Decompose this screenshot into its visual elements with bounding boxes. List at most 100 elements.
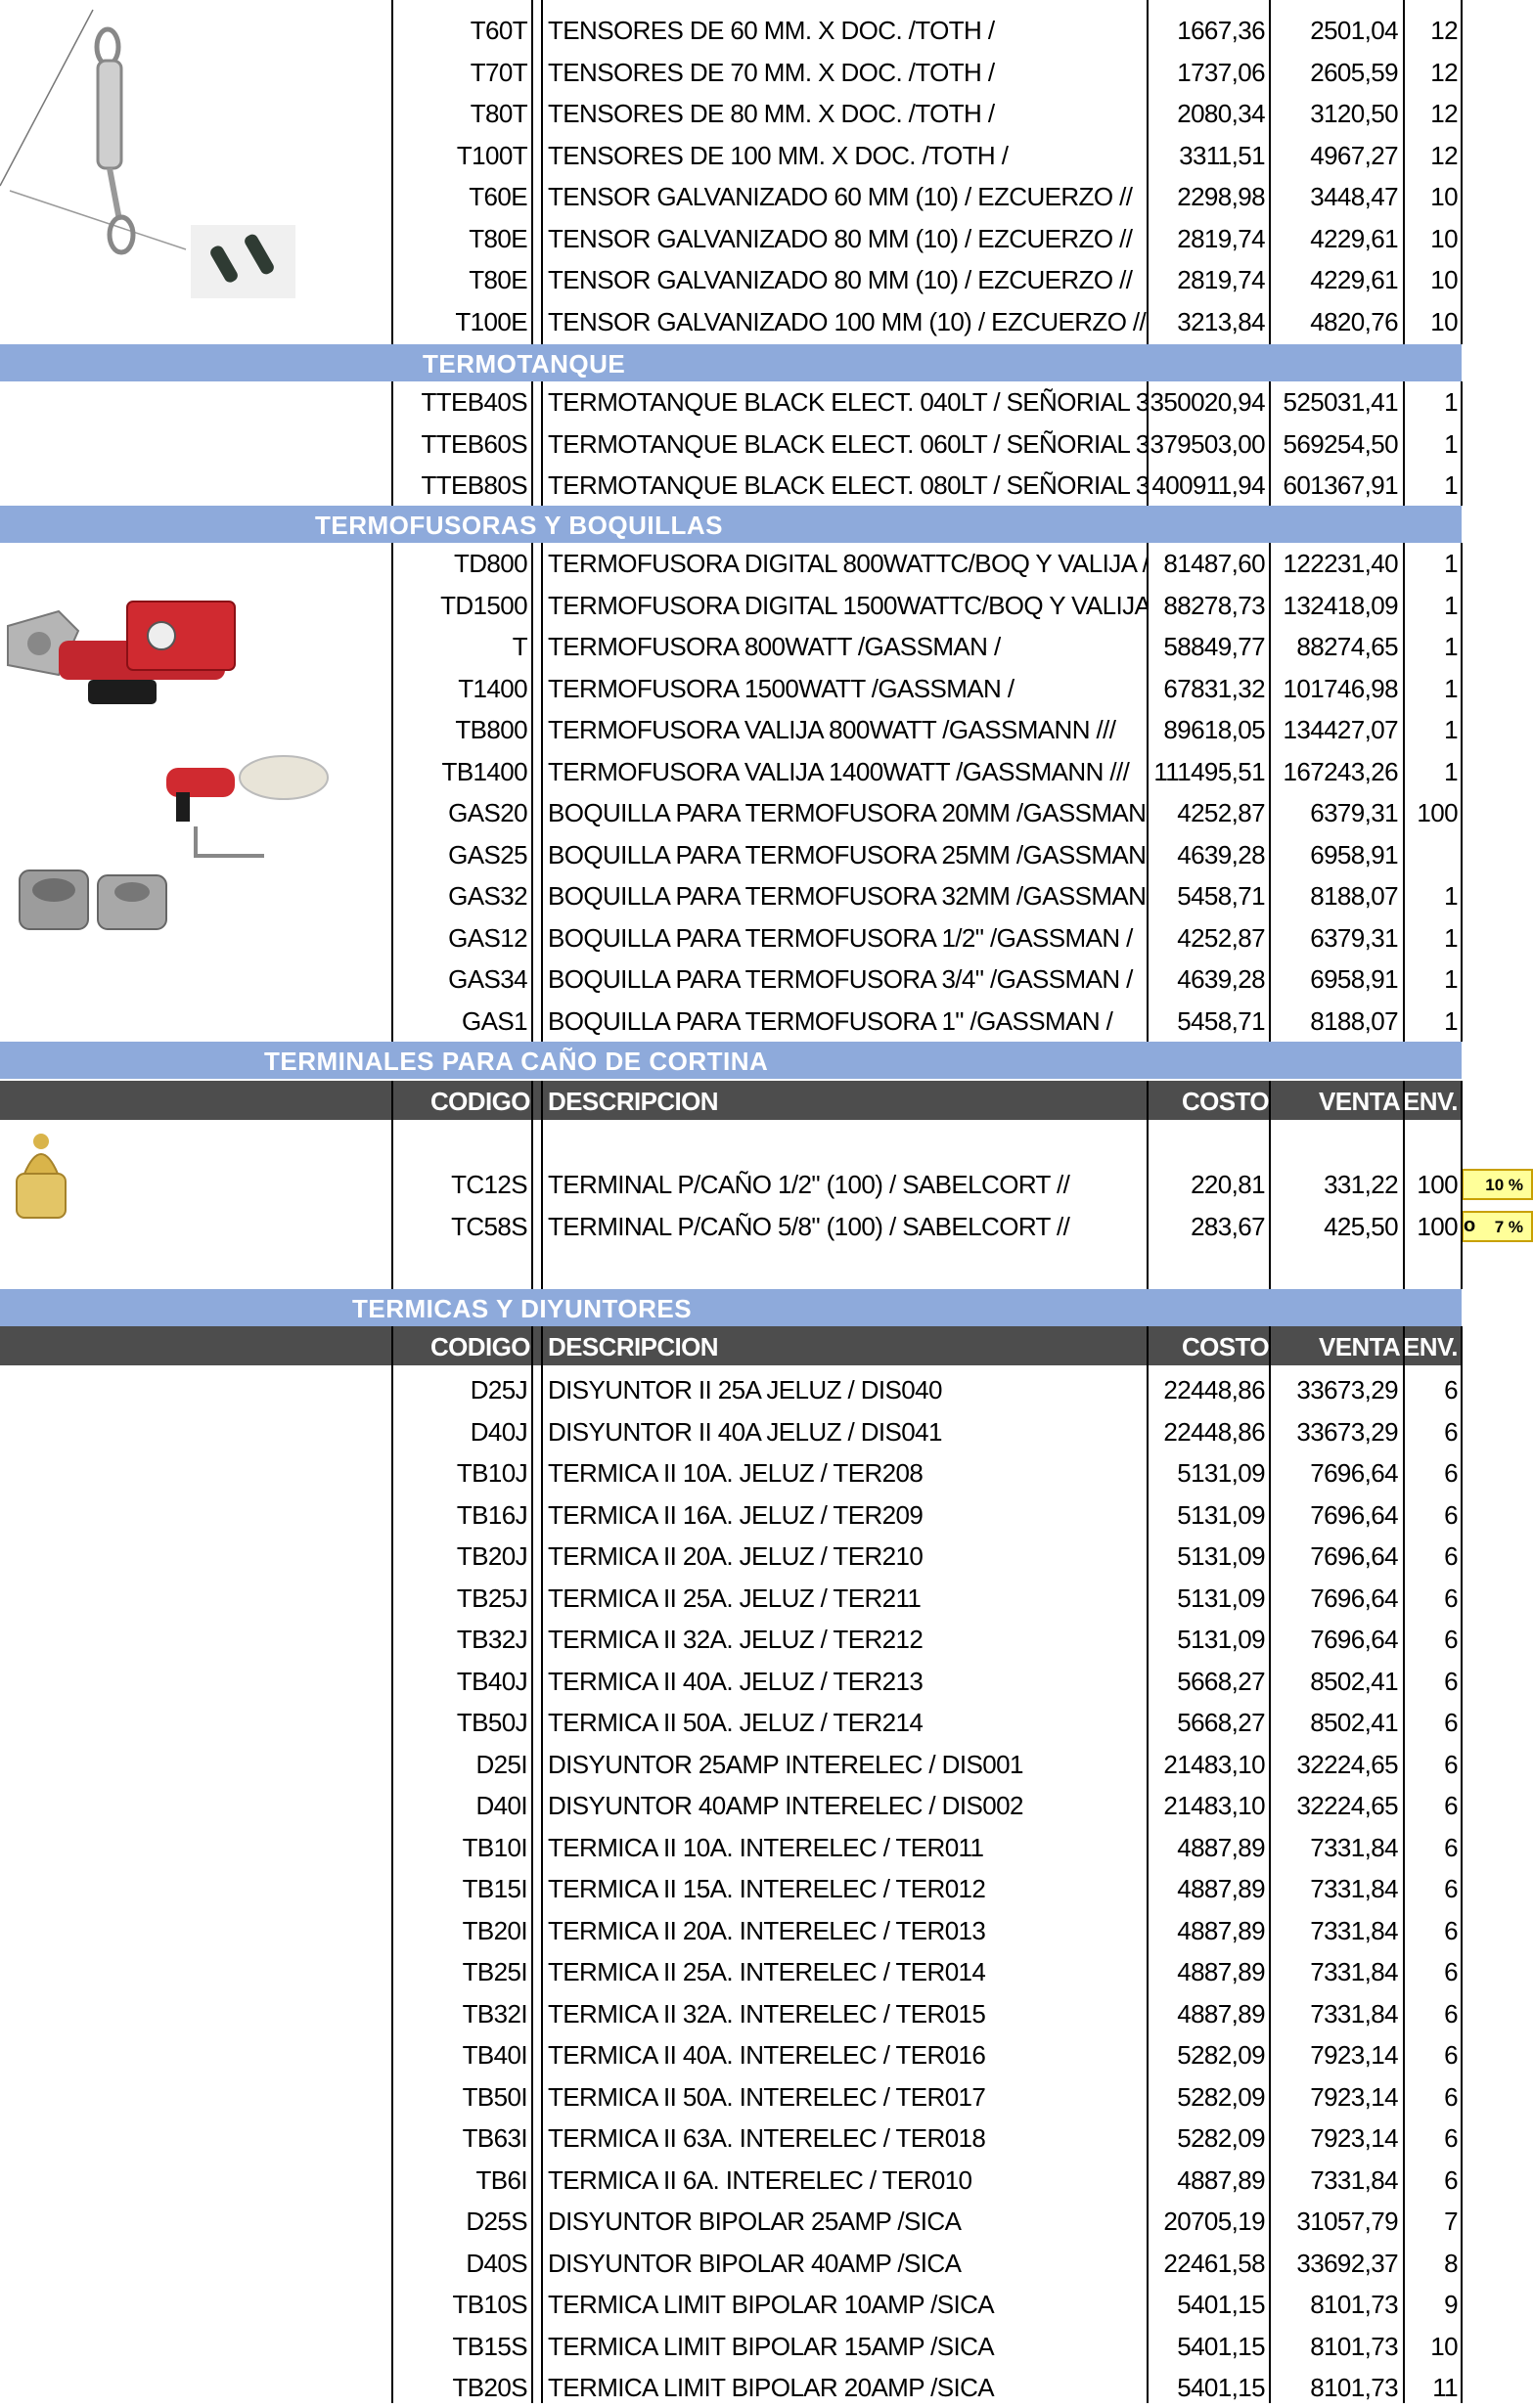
cell-costo: 5131,09 [1177, 1541, 1265, 1571]
cell-venta: 8502,41 [1310, 1666, 1398, 1696]
cell-env: 6 [1444, 1666, 1458, 1696]
cell-venta: 4229,61 [1310, 265, 1398, 294]
cell-costo: 22461,58 [1163, 2248, 1265, 2278]
cell-desc: TERMICA II 6A. INTERELEC / TER010 [548, 2164, 972, 2195]
column-header-venta: VENTA [1319, 1332, 1401, 1361]
cell-code: TB40I [462, 2040, 528, 2070]
cell-env: 100 [1417, 798, 1458, 827]
grid-line [531, 1326, 533, 2403]
cell-desc: TENSORES DE 60 MM. X DOC. /TOTH / [548, 16, 995, 45]
grid-line [541, 0, 543, 344]
grid-line [391, 0, 393, 344]
cell-code: TB32J [456, 1625, 528, 1654]
cell-costo: 88278,73 [1163, 590, 1265, 620]
cell-code: TB10J [456, 1458, 528, 1488]
cell-desc: TERMICA II 10A. INTERELEC / TER011 [548, 1832, 984, 1862]
grid-line [391, 381, 393, 506]
cell-desc: TERMICA LIMIT BIPOLAR 20AMP /SICA [548, 2373, 995, 2402]
grid-line [391, 1326, 393, 2403]
cell-venta: 7331,84 [1310, 1998, 1398, 2029]
grid-line [1269, 543, 1271, 1042]
column-header-env: ENV. [1403, 1087, 1459, 1116]
cell-desc: BOQUILLA PARA TERMOFUSORA 20MM /GASSMAN … [548, 798, 1147, 827]
cell-code: TB15I [462, 1874, 528, 1903]
cell-desc: TENSOR GALVANIZADO 100 MM (10) / EZCUERZ… [548, 306, 1147, 336]
cell-desc: BOQUILLA PARA TERMOFUSORA 1" /GASSMAN / [548, 1005, 1113, 1036]
cell-code: T60E [469, 182, 527, 211]
cell-env: 1 [1444, 715, 1458, 744]
table-row: T80E TENSOR GALVANIZADO 80 MM (10) / EZCU… [0, 259, 1533, 300]
cell-env: 12 [1430, 99, 1458, 128]
cell-code: TB800 [455, 715, 527, 744]
cell-env: 10 [1430, 2331, 1458, 2361]
table-row: TB20J TERMICA II 20A. JELUZ / TER210 5131,… [0, 1536, 1533, 1577]
column-header-costo: COSTO [1182, 1332, 1270, 1361]
table-row: T60T TENSORES DE 60 MM. X DOC. /TOTH / 166… [0, 10, 1533, 51]
cell-code: TB25I [462, 1957, 528, 1986]
table-row: TB15S TERMICA LIMIT BIPOLAR 15AMP /SICA 54… [0, 2326, 1533, 2367]
cell-code: TB20J [456, 1541, 528, 1571]
cell-code: TB25J [456, 1583, 528, 1613]
table-row: D40S DISYUNTOR BIPOLAR 40AMP /SICA 22461,5… [0, 2243, 1533, 2284]
cell-venta: 7923,14 [1310, 2081, 1398, 2112]
table-row: TD1500 TERMOFUSORA DIGITAL 1500WATTC/BOQ … [0, 585, 1533, 626]
cell-code: TTEB80S [421, 470, 527, 500]
cell-venta: 7923,14 [1310, 2123, 1398, 2153]
cell-desc: DISYUNTOR II 25A JELUZ / DIS040 [548, 1375, 942, 1405]
cell-costo: 400911,94 [1151, 470, 1265, 500]
cell-venta: 7923,14 [1310, 2040, 1398, 2070]
section-title: TERMINALES PARA CAÑO DE CORTINA [264, 1047, 769, 1076]
cell-code: GAS32 [448, 881, 527, 911]
cell-code: TB40J [456, 1666, 528, 1696]
cell-venta: 7696,64 [1310, 1625, 1398, 1654]
cell-env: 6 [1444, 1791, 1458, 1820]
cell-env: 6 [1444, 1957, 1458, 1986]
column-header-costo: COSTO [1182, 1087, 1270, 1116]
cell-venta: 6379,31 [1310, 798, 1398, 827]
cell-env: 6 [1444, 1874, 1458, 1903]
cell-env: 6 [1444, 1458, 1458, 1488]
cell-venta: 2605,59 [1310, 57, 1398, 87]
cell-venta: 6958,91 [1310, 839, 1398, 870]
cell-env: 100 [1417, 1211, 1458, 1241]
cell-code: TB1400 [441, 756, 528, 786]
grid-line [391, 543, 393, 1042]
cell-costo: 21483,10 [1163, 1791, 1265, 1820]
table-row: TB6I TERMICA II 6A. INTERELEC / TER010 488… [0, 2160, 1533, 2201]
cell-venta: 8101,73 [1310, 2331, 1398, 2361]
grid-line [1269, 0, 1271, 344]
cell-env: 1 [1444, 549, 1458, 578]
cell-venta: 8188,07 [1310, 1005, 1398, 1036]
grid-line [1461, 1081, 1463, 1289]
cell-desc: DISYUNTOR BIPOLAR 25AMP /SICA [548, 2207, 962, 2236]
cell-costo: 111495,51 [1153, 756, 1265, 786]
cell-code: D40J [470, 1416, 528, 1447]
cell-desc: DISYUNTOR BIPOLAR 40AMP /SICA [548, 2248, 962, 2278]
cell-desc: TENSORES DE 100 MM. X DOC. /TOTH / [548, 140, 1009, 170]
cell-venta: 33673,29 [1296, 1416, 1398, 1447]
cell-desc: TERMICA LIMIT BIPOLAR 15AMP /SICA [548, 2331, 995, 2361]
cell-desc: TENSOR GALVANIZADO 80 MM (10) / EZCUERZO… [548, 265, 1133, 294]
cell-desc: TERMICA II 16A. JELUZ / TER209 [548, 1499, 924, 1530]
cell-venta: 32224,65 [1296, 1749, 1398, 1779]
table-row: TB40J TERMICA II 40A. JELUZ / TER213 5668,… [0, 1661, 1533, 1702]
cell-venta: 7331,84 [1310, 2164, 1398, 2195]
cell-costo: 4887,89 [1177, 1915, 1265, 1945]
cell-desc: TERMICA II 40A. JELUZ / TER213 [548, 1666, 924, 1696]
cell-desc: TERMOTANQUE BLACK ELECT. 080LT / SEÑORIA… [548, 470, 1147, 500]
cell-venta: 6958,91 [1310, 964, 1398, 994]
table-row: GAS32 BOQUILLA PARA TERMOFUSORA 32MM /GAS… [0, 875, 1533, 916]
cell-code: TC12S [451, 1170, 528, 1199]
cell-env: 6 [1444, 1583, 1458, 1613]
cell-code: T80E [469, 223, 527, 253]
table-row: T80E TENSOR GALVANIZADO 80 MM (10) / EZCU… [0, 218, 1533, 259]
cell-costo: 22448,86 [1163, 1416, 1265, 1447]
cell-desc: TERMICA II 63A. INTERELEC / TER018 [548, 2123, 986, 2153]
table-row: TB32I TERMICA II 32A. INTERELEC / TER015 4… [0, 1993, 1533, 2034]
cell-costo: 2819,74 [1177, 265, 1265, 294]
cell-costo: 5131,09 [1177, 1583, 1265, 1613]
cell-code: TD1500 [440, 590, 528, 620]
cell-env: 1 [1444, 1005, 1458, 1036]
cell-desc: TERMOFUSORA DIGITAL 800WATTC/BOQ Y VALIJ… [548, 549, 1147, 578]
cell-costo: 5401,15 [1177, 2290, 1265, 2319]
